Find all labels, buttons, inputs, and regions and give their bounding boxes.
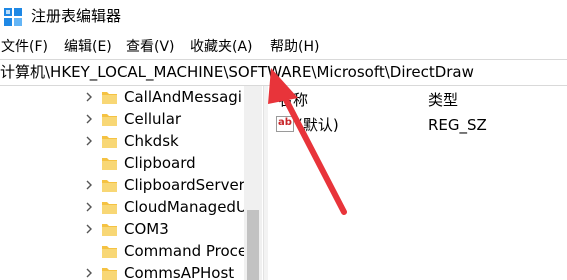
column-header-name[interactable]: 名称 (278, 90, 308, 110)
tree-item-label: Chkdsk (124, 132, 179, 150)
tree-item[interactable]: Command Proce (0, 240, 262, 262)
title-bar: 注册表编辑器 (0, 0, 567, 34)
address-bar[interactable]: 计算机\HKEY_LOCAL_MACHINE\SOFTWARE\Microsof… (0, 59, 567, 86)
chevron-right-icon[interactable] (84, 135, 94, 147)
chevron-right-icon[interactable] (84, 267, 94, 279)
tree-item-label: Command Proce (124, 242, 248, 260)
folder-icon (102, 136, 117, 148)
chevron-right-icon[interactable] (84, 113, 94, 125)
menu-bar: 文件(F) 编辑(E) 查看(V) 收藏夹(A) 帮助(H) (0, 36, 567, 58)
folder-icon (102, 180, 117, 192)
tree-item[interactable]: CommsAPHost (0, 262, 262, 280)
tree-item-label: CallAndMessagi (124, 88, 242, 106)
scrollbar-thumb[interactable] (247, 210, 259, 280)
chevron-right-icon[interactable] (84, 179, 94, 191)
tree-item[interactable]: CallAndMessagi (0, 86, 262, 108)
folder-icon (102, 246, 117, 258)
value-name: (默认) (297, 116, 339, 134)
menu-help[interactable]: 帮助(H) (270, 36, 319, 58)
menu-file[interactable]: 文件(F) (1, 36, 48, 58)
tree-scrollbar[interactable] (244, 86, 262, 280)
folder-icon (102, 224, 117, 236)
tree-item-label: CommsAPHost (124, 264, 235, 280)
tree-item[interactable]: CloudManagedU (0, 196, 262, 218)
window-title: 注册表编辑器 (31, 7, 122, 25)
folder-icon (102, 92, 117, 104)
address-path[interactable]: 计算机\HKEY_LOCAL_MACHINE\SOFTWARE\Microsof… (0, 62, 474, 82)
tree-item-label: ClipboardServer (124, 176, 245, 194)
tree-item[interactable]: ClipboardServer (0, 174, 262, 196)
value-row[interactable]: ab (默认) REG_SZ (268, 114, 567, 136)
value-type: REG_SZ (428, 116, 487, 134)
folder-icon (102, 114, 117, 126)
tree-item[interactable]: Cellular (0, 108, 262, 130)
tree-item[interactable]: Chkdsk (0, 130, 262, 152)
menu-favorites[interactable]: 收藏夹(A) (190, 36, 253, 58)
registry-editor-icon (4, 8, 22, 26)
tree-item-label: Cellular (124, 110, 182, 128)
folder-icon (102, 268, 117, 280)
tree-item-label: COM3 (124, 220, 169, 238)
string-value-icon: ab (276, 116, 294, 132)
chevron-right-icon[interactable] (84, 91, 94, 103)
key-tree: CallAndMessagi Cellular Chkdsk Clipboard… (0, 86, 262, 280)
folder-icon (102, 202, 117, 214)
menu-edit[interactable]: 编辑(E) (64, 36, 112, 58)
tree-item[interactable]: COM3 (0, 218, 262, 240)
column-header-type[interactable]: 类型 (428, 90, 458, 110)
chevron-right-icon[interactable] (84, 223, 94, 235)
folder-icon (102, 158, 117, 170)
values-list: 名称 类型 ab (默认) REG_SZ (268, 86, 567, 280)
tree-item[interactable]: Clipboard (0, 152, 262, 174)
tree-item-label: Clipboard (124, 154, 196, 172)
menu-view[interactable]: 查看(V) (126, 36, 175, 58)
chevron-right-icon[interactable] (84, 201, 94, 213)
tree-item-label: CloudManagedU (124, 198, 247, 216)
